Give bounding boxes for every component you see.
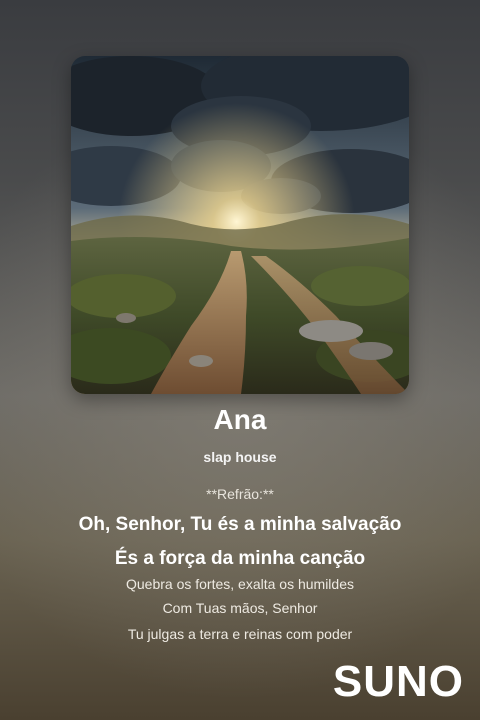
landscape-artwork bbox=[71, 56, 409, 394]
lyrics-line: Com Tuas mãos, Senhor bbox=[162, 600, 318, 616]
lyrics-line: Quebra os fortes, exalta os humildes bbox=[125, 576, 354, 592]
suno-logo: SUNO bbox=[332, 657, 464, 706]
song-genre: slap house bbox=[203, 449, 277, 465]
song-title: Ana bbox=[213, 404, 267, 435]
lyrics-current-line: És a força da minha canção bbox=[114, 548, 366, 569]
lyrics-current-line: Oh, Senhor, Tu és a minha salvação bbox=[78, 514, 402, 535]
lyrics-refrain-label: **Refrão:** bbox=[206, 486, 274, 502]
lyrics-line: Tu julgas a terra e reinas com poder bbox=[127, 626, 353, 642]
album-cover-image bbox=[71, 56, 409, 394]
